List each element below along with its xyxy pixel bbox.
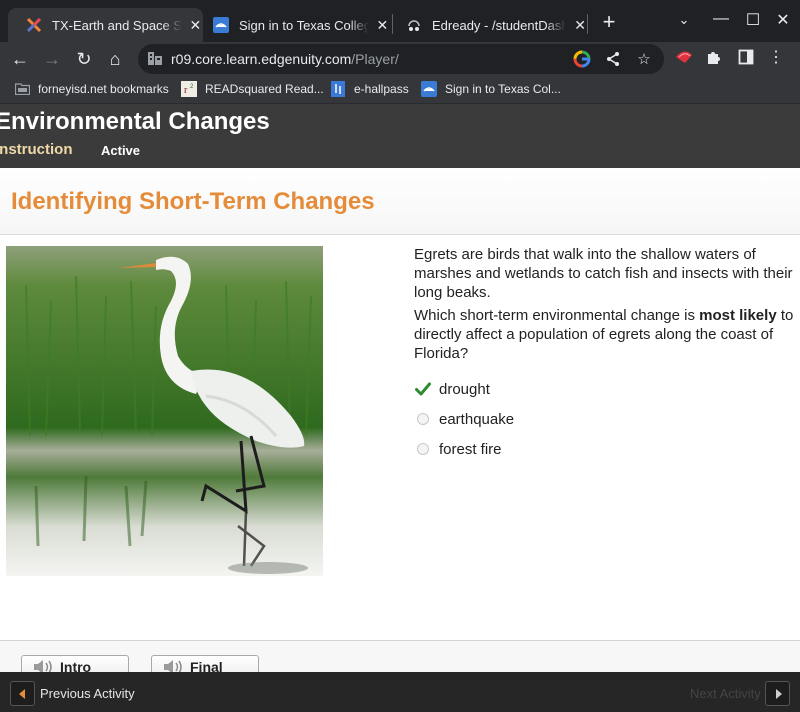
caret-right-icon	[775, 688, 782, 699]
bookmark-forneyisd[interactable]: forneyisd.net bookmarks	[14, 81, 169, 97]
tab-texas-college[interactable]: Sign in to Texas College Bridge ✕	[195, 8, 390, 42]
lesson-header: Environmental Changes Instruction Active	[0, 104, 800, 168]
bookmark-star-icon[interactable]: ☆	[634, 49, 654, 69]
bookmark-e-hallpass[interactable]: e-hallpass	[330, 81, 409, 97]
caret-left-icon	[18, 688, 25, 699]
choice-earthquake[interactable]: earthquake	[414, 404, 794, 434]
close-window-button[interactable]: ✕	[772, 10, 794, 30]
e-hallpass-icon	[330, 81, 346, 97]
egret-image	[6, 246, 323, 576]
tab-search-chevron-icon[interactable]: ⌄	[673, 12, 695, 28]
activity-content: Identifying Short-Term Changes Egrets ar…	[0, 168, 800, 681]
choice-label: drought	[439, 380, 490, 398]
choice-label: earthquake	[439, 410, 515, 428]
tab-title: Sign in to Texas College Bridge	[239, 17, 369, 33]
tab-title: Edready - /studentDashboard	[432, 17, 567, 33]
home-button[interactable]: ⌂	[103, 47, 127, 71]
tab-separator	[587, 14, 588, 34]
share-icon[interactable]	[603, 49, 623, 69]
activity-footer: Previous Activity Next Activity	[0, 672, 800, 712]
activity-title-bar: Identifying Short-Term Changes	[0, 168, 800, 235]
bookmark-readsquared[interactable]: r2 READsquared Read...	[181, 81, 324, 97]
url-text[interactable]: r09.core.learn.edgenuity.com/Player/	[171, 51, 399, 67]
bookmarks-bar: forneyisd.net bookmarks r2 READsquared R…	[0, 76, 800, 104]
side-panel-icon[interactable]	[736, 47, 756, 67]
new-tab-button[interactable]: +	[598, 11, 620, 33]
close-tab-icon[interactable]: ✕	[572, 17, 588, 33]
choice-label: forest fire	[439, 440, 502, 458]
audio-strip: Intro Final	[0, 640, 800, 681]
forward-button[interactable]: →	[40, 47, 64, 71]
lesson-title: Environmental Changes	[0, 108, 270, 135]
answer-choices: drought earthquake forest fire	[414, 374, 794, 464]
question-prompt-part1: Which short-term environmental change is	[414, 307, 700, 324]
radio-circle-icon	[417, 413, 429, 425]
texas-college-icon	[421, 81, 437, 97]
url-host: r09.core.learn.edgenuity.com	[171, 51, 352, 67]
texas-college-icon	[213, 17, 229, 33]
radio-circle-icon	[417, 443, 429, 455]
bookmark-label: READsquared Read...	[205, 82, 324, 96]
extension-red-icon[interactable]	[674, 47, 694, 67]
minimize-button[interactable]: —	[710, 10, 732, 28]
tab-active[interactable]: Active	[101, 143, 140, 158]
back-button[interactable]: ←	[8, 47, 32, 71]
edready-icon	[406, 17, 422, 33]
choice-drought[interactable]: drought	[414, 374, 794, 404]
previous-activity-label[interactable]: Previous Activity	[40, 686, 135, 701]
egret-photo	[6, 246, 323, 576]
bookmark-texas-college[interactable]: Sign in to Texas Col...	[421, 81, 561, 97]
radio-button[interactable]	[414, 440, 432, 458]
tab-instruction[interactable]: Instruction	[0, 141, 73, 158]
tab-edready[interactable]: Edready - /studentDashboard ✕	[388, 8, 588, 42]
checkmark-icon	[414, 380, 432, 398]
menu-kebab-icon[interactable]: ⋮	[766, 47, 786, 67]
radio-button[interactable]	[414, 410, 432, 428]
question-prompt: Which short-term environmental change is…	[414, 306, 794, 363]
bookmark-label: e-hallpass	[354, 82, 409, 96]
maximize-button[interactable]: ☐	[742, 10, 764, 30]
site-info-icon[interactable]	[148, 52, 162, 65]
extensions-puzzle-icon[interactable]	[704, 47, 724, 67]
bookmark-label: Sign in to Texas Col...	[445, 82, 561, 96]
next-activity-button[interactable]	[765, 681, 790, 706]
google-lens-icon[interactable]	[572, 49, 592, 69]
tab-tx-earth-space[interactable]: TX-Earth and Space Science ✕	[8, 8, 203, 42]
previous-activity-button[interactable]	[10, 681, 35, 706]
question-text: Egrets are birds that walk into the shal…	[414, 245, 794, 367]
activity-title: Identifying Short-Term Changes	[11, 188, 375, 215]
folder-icon	[14, 81, 30, 97]
readsquared-icon: r2	[181, 81, 197, 97]
next-activity-label: Next Activity	[690, 686, 761, 701]
bookmark-label: forneyisd.net bookmarks	[38, 82, 169, 96]
edgenuity-x-icon	[26, 17, 42, 33]
reload-button[interactable]: ↻	[72, 47, 96, 71]
url-path: /Player/	[351, 51, 399, 67]
address-bar[interactable]: r09.core.learn.edgenuity.com/Player/ ☆	[138, 44, 664, 74]
question-intro: Egrets are birds that walk into the shal…	[414, 246, 793, 301]
tab-title: TX-Earth and Space Science	[52, 17, 182, 33]
question-prompt-emphasis: most likely	[699, 307, 777, 324]
browser-toolbar: ← → ↻ ⌂ r09.core.learn.edgenuity.com/Pla…	[0, 42, 800, 76]
browser-tab-strip: TX-Earth and Space Science ✕ Sign in to …	[0, 0, 800, 42]
choice-forest-fire[interactable]: forest fire	[414, 434, 794, 464]
